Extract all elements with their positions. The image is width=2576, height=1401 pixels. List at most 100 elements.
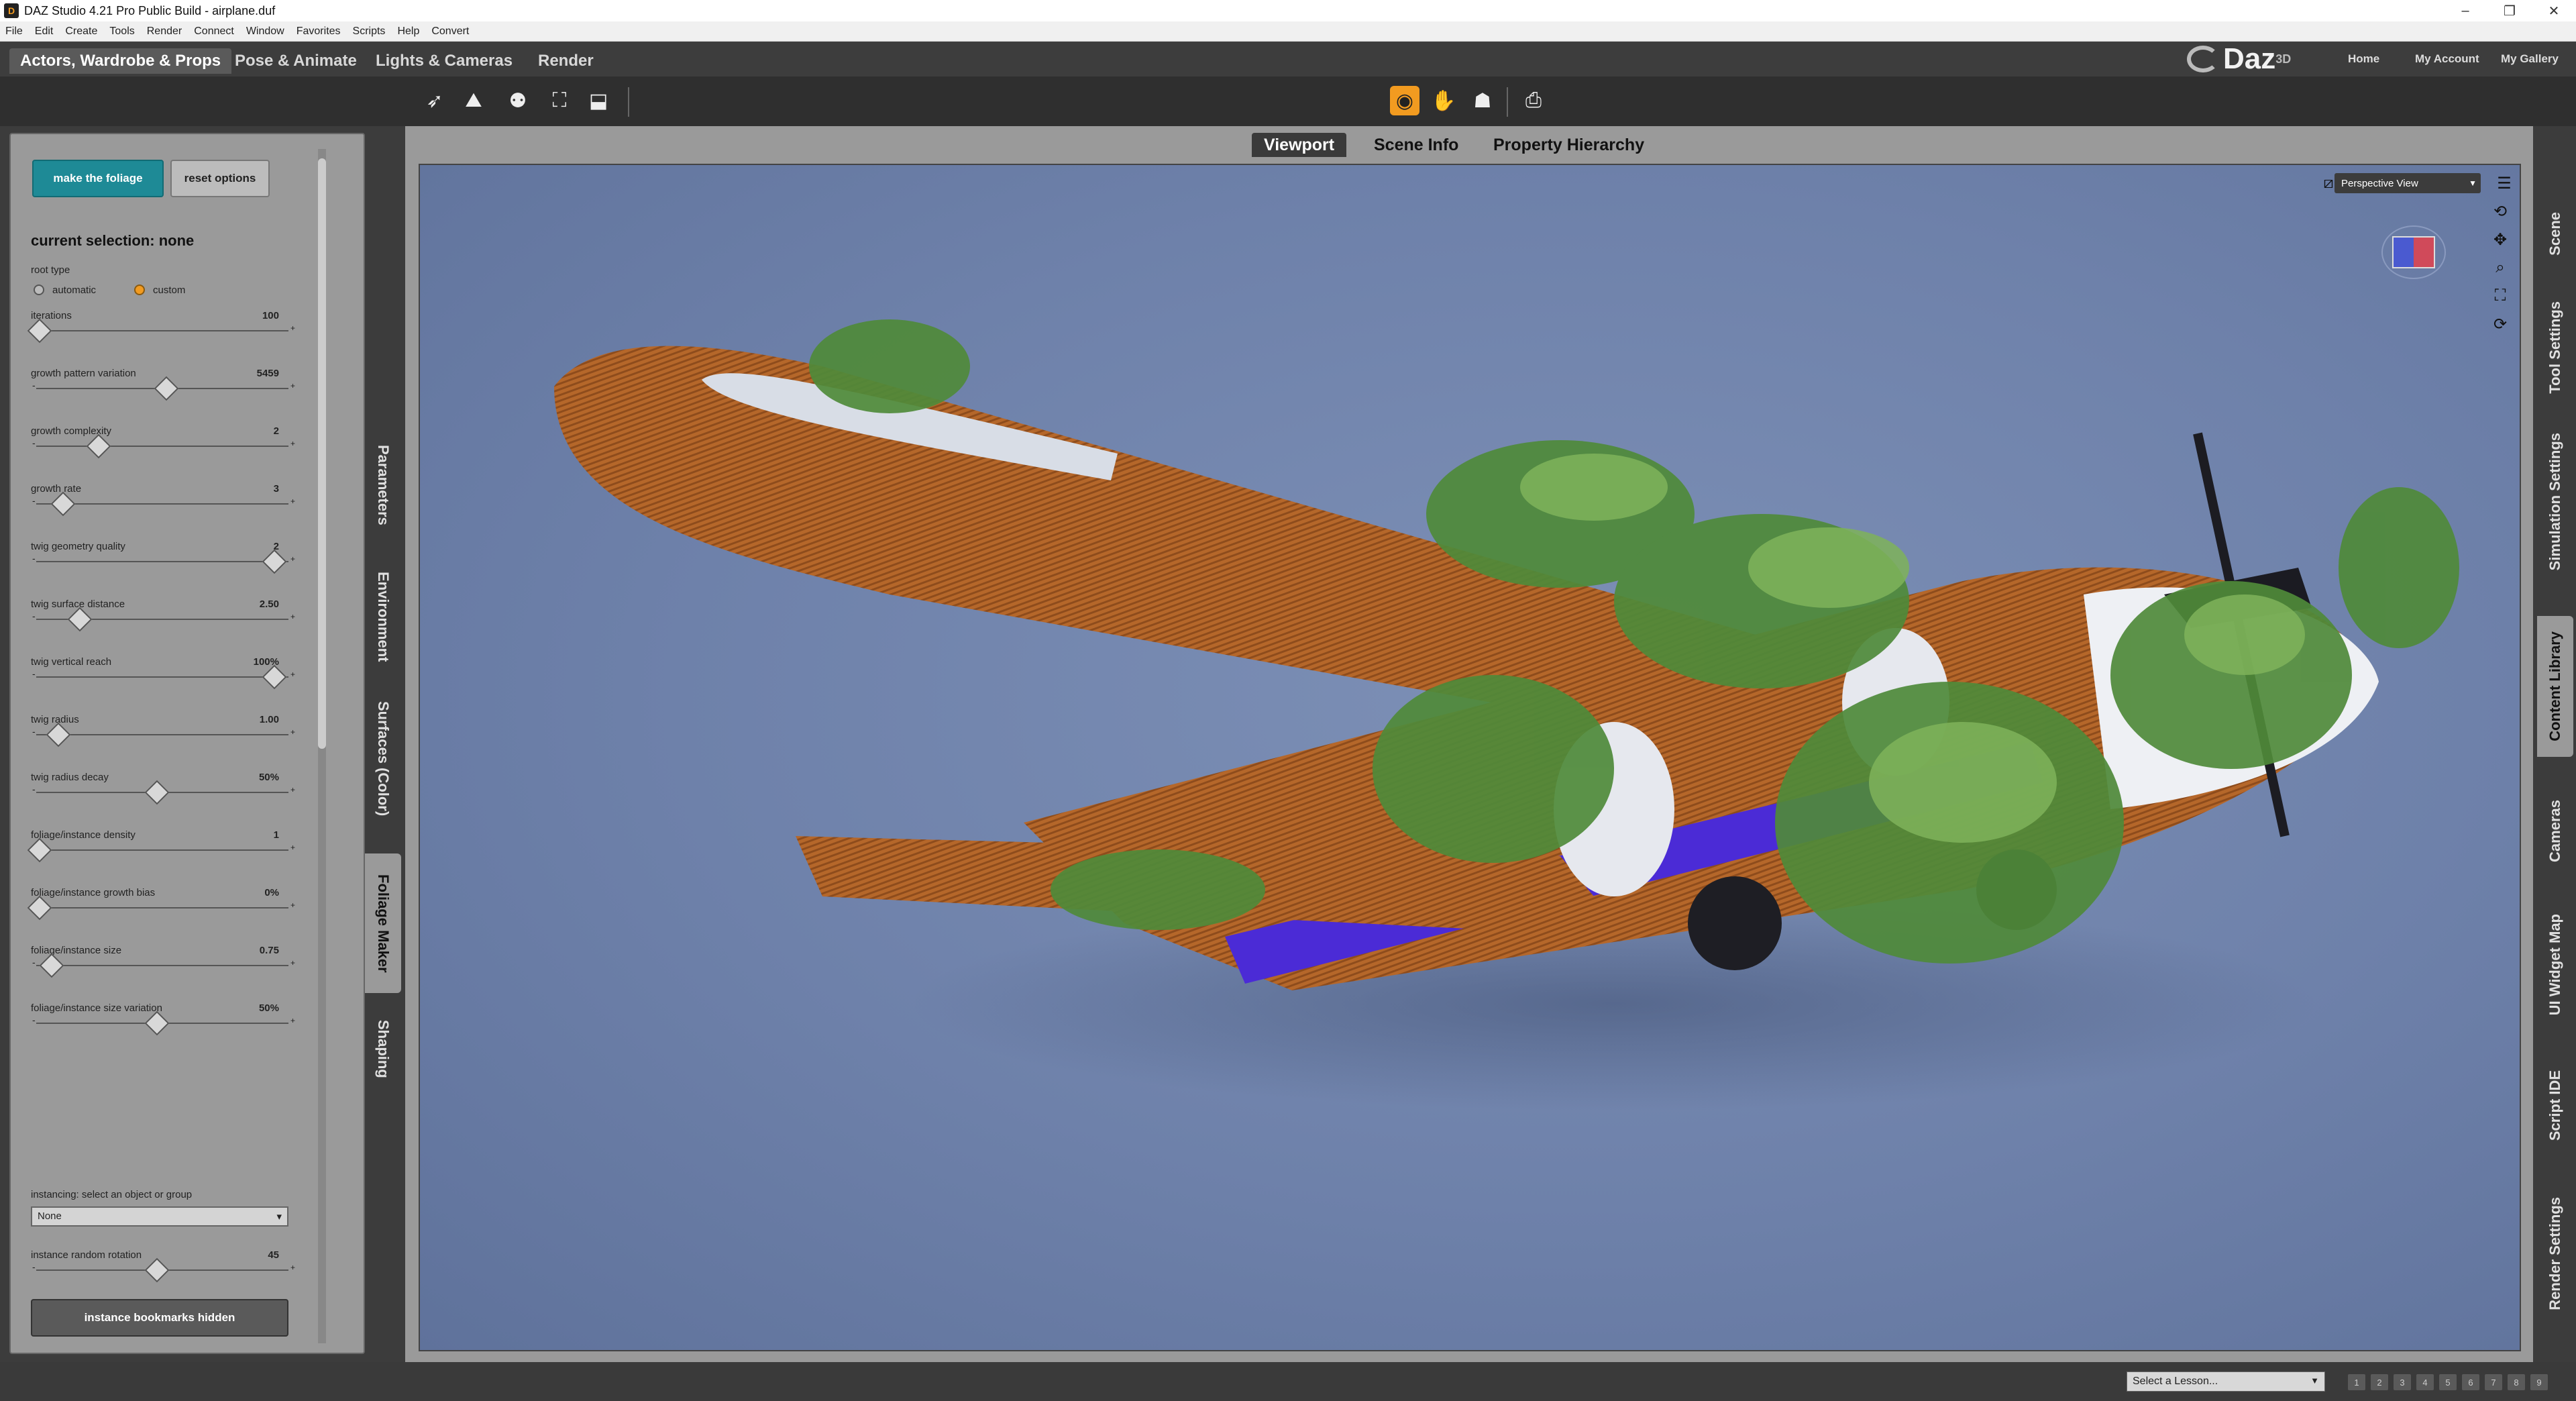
close-button[interactable]: ✕ bbox=[2532, 0, 2576, 21]
menu-favorites[interactable]: Favorites bbox=[297, 25, 341, 38]
viewport-menu-icon[interactable]: ☰ bbox=[2494, 173, 2514, 193]
tab-viewport[interactable]: Viewport bbox=[1252, 133, 1347, 157]
lesson-page-button[interactable]: 5 bbox=[2439, 1374, 2457, 1390]
tab-shaping[interactable]: Shaping bbox=[365, 998, 401, 1099]
slider-value[interactable]: 1.00 bbox=[260, 714, 279, 725]
slider-track[interactable] bbox=[32, 841, 295, 852]
make-foliage-button[interactable]: make the foliage bbox=[32, 160, 164, 197]
slider-value[interactable]: 50% bbox=[259, 1002, 279, 1014]
menu-help[interactable]: Help bbox=[397, 25, 419, 38]
maximize-button[interactable]: ❐ bbox=[2487, 0, 2532, 21]
instance-bookmarks-button[interactable]: instance bookmarks hidden bbox=[31, 1299, 288, 1337]
radio-custom[interactable] bbox=[134, 284, 145, 295]
menu-tools[interactable]: Tools bbox=[109, 25, 134, 38]
slider-track[interactable] bbox=[32, 726, 295, 737]
slider-knob[interactable] bbox=[262, 549, 287, 574]
view-mode-dropdown[interactable]: Perspective View ▼ bbox=[2334, 173, 2481, 193]
menu-connect[interactable]: Connect bbox=[194, 25, 234, 38]
slider-knob[interactable] bbox=[39, 953, 64, 978]
menu-edit[interactable]: Edit bbox=[35, 25, 54, 38]
node-selection-icon[interactable]: ➶ bbox=[420, 86, 449, 115]
panel-scrollbar-thumb[interactable] bbox=[318, 158, 326, 749]
light-icon[interactable]: ☗ bbox=[1468, 86, 1497, 115]
pose-tool-icon[interactable]: ⚉ bbox=[503, 86, 533, 115]
slider-value[interactable]: 50% bbox=[259, 772, 279, 783]
slider-value[interactable]: 0% bbox=[264, 887, 279, 898]
iray-preview-icon[interactable]: ◉ bbox=[1390, 86, 1419, 115]
daz-logo[interactable]: Daz 3D bbox=[2187, 42, 2291, 76]
tab-simulation-settings[interactable]: Simulation Settings bbox=[2537, 421, 2573, 582]
slider-knob[interactable] bbox=[262, 664, 287, 690]
lesson-page-button[interactable]: 2 bbox=[2371, 1374, 2388, 1390]
tab-actors-wardrobe-props[interactable]: Actors, Wardrobe & Props bbox=[9, 48, 232, 74]
link-my-gallery[interactable]: My Gallery bbox=[2501, 52, 2559, 66]
reset-view-icon[interactable]: ⟳ bbox=[2490, 314, 2510, 334]
slider-value[interactable]: 45 bbox=[268, 1249, 279, 1261]
slider-knob[interactable] bbox=[50, 491, 76, 517]
tab-cameras[interactable]: Cameras bbox=[2537, 777, 2573, 884]
instancing-select[interactable]: None ▾ bbox=[31, 1206, 288, 1227]
link-home[interactable]: Home bbox=[2348, 52, 2379, 66]
tab-parameters[interactable]: Parameters bbox=[365, 421, 401, 549]
universal-tool-icon[interactable]: ⛰ bbox=[459, 86, 488, 115]
lesson-page-button[interactable]: 8 bbox=[2508, 1374, 2525, 1390]
slider-knob[interactable] bbox=[144, 1010, 170, 1036]
slider-track[interactable] bbox=[32, 899, 295, 910]
tab-property-hierarchy[interactable]: Property Hierarchy bbox=[1481, 133, 1656, 157]
lesson-page-button[interactable]: 1 bbox=[2348, 1374, 2365, 1390]
slider-track[interactable] bbox=[32, 668, 295, 679]
slider-value[interactable]: 5459 bbox=[257, 368, 279, 379]
tab-render[interactable]: Render bbox=[527, 48, 604, 74]
slider-value[interactable]: 100 bbox=[262, 310, 279, 321]
orbit-icon[interactable]: ⟲ bbox=[2490, 201, 2510, 221]
slider-knob[interactable] bbox=[154, 376, 179, 401]
tab-ui-widget-map[interactable]: UI Widget Map bbox=[2537, 891, 2573, 1039]
frame-icon[interactable]: ⛶ bbox=[2490, 286, 2510, 306]
tab-tool-settings[interactable]: Tool Settings bbox=[2537, 287, 2573, 408]
slider-track[interactable] bbox=[32, 322, 295, 333]
3d-viewport[interactable]: ⧄ ◔ Perspective View ▼ ☰ ⟲ ✥ ⌕ ⛶ ⟳ bbox=[419, 164, 2521, 1351]
lesson-page-button[interactable]: 6 bbox=[2462, 1374, 2479, 1390]
lesson-page-button[interactable]: 3 bbox=[2394, 1374, 2411, 1390]
tab-foliage-maker[interactable]: Foliage Maker bbox=[365, 853, 401, 993]
menu-render[interactable]: Render bbox=[147, 25, 182, 38]
camera-icon[interactable]: ⎙ bbox=[1519, 86, 1548, 115]
tab-pose-animate[interactable]: Pose & Animate bbox=[224, 48, 368, 74]
reset-options-button[interactable]: reset options bbox=[170, 160, 270, 197]
transform-tool-icon[interactable]: ⬓ bbox=[584, 86, 613, 115]
menu-create[interactable]: Create bbox=[65, 25, 97, 38]
radio-automatic[interactable] bbox=[34, 284, 44, 295]
menu-convert[interactable]: Convert bbox=[431, 25, 469, 38]
lesson-page-button[interactable]: 4 bbox=[2416, 1374, 2434, 1390]
scene-tool-icon[interactable]: ⛶ bbox=[545, 86, 574, 115]
link-my-account[interactable]: My Account bbox=[2415, 52, 2479, 66]
view-cube[interactable] bbox=[2381, 225, 2446, 279]
tab-scene[interactable]: Scene bbox=[2537, 193, 2573, 274]
lesson-page-button[interactable]: 9 bbox=[2530, 1374, 2548, 1390]
menu-window[interactable]: Window bbox=[246, 25, 284, 38]
slider-knob[interactable] bbox=[144, 780, 170, 805]
slider-knob[interactable] bbox=[27, 895, 52, 921]
figure-icon[interactable]: ✋ bbox=[1429, 86, 1458, 115]
slider-knob[interactable] bbox=[46, 722, 71, 747]
slider-knob[interactable] bbox=[144, 1257, 170, 1283]
slider-knob[interactable] bbox=[27, 837, 52, 863]
slider-track[interactable] bbox=[32, 957, 295, 968]
slider-knob[interactable] bbox=[86, 433, 111, 459]
lesson-select[interactable]: Select a Lesson... ▼ bbox=[2127, 1371, 2325, 1392]
slider-value[interactable]: 3 bbox=[274, 483, 279, 495]
slider-value[interactable]: 2.50 bbox=[260, 599, 279, 610]
slider-track[interactable] bbox=[32, 437, 295, 448]
tab-content-library[interactable]: Content Library bbox=[2537, 616, 2573, 757]
lesson-page-button[interactable]: 7 bbox=[2485, 1374, 2502, 1390]
tab-script-ide[interactable]: Script IDE bbox=[2537, 1045, 2573, 1166]
tab-lights-cameras[interactable]: Lights & Cameras bbox=[365, 48, 523, 74]
slider-value[interactable]: 2 bbox=[274, 425, 279, 437]
slider-track[interactable] bbox=[32, 553, 295, 564]
minimize-button[interactable]: – bbox=[2443, 0, 2487, 21]
tab-render-settings[interactable]: Render Settings bbox=[2537, 1173, 2573, 1334]
tab-scene-info[interactable]: Scene Info bbox=[1362, 133, 1470, 157]
slider-knob[interactable] bbox=[67, 607, 92, 632]
zoom-icon[interactable]: ⌕ bbox=[2490, 258, 2510, 278]
tab-surfaces[interactable]: Surfaces (Color) bbox=[365, 684, 401, 833]
